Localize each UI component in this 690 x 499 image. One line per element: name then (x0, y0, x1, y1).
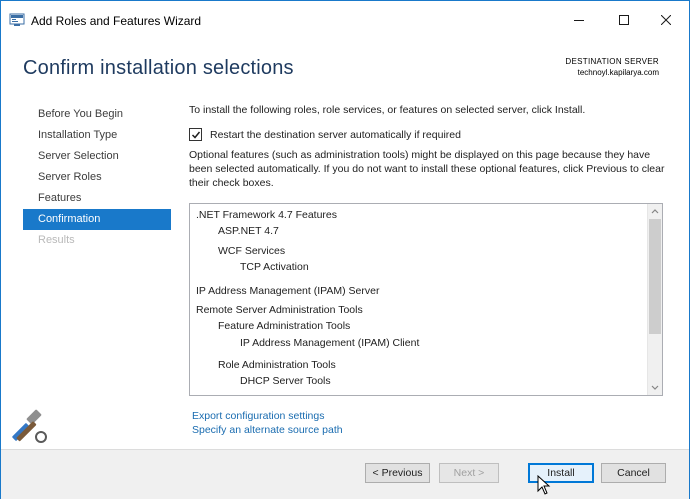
list-item: TCP Activation (240, 261, 309, 273)
vertical-scrollbar[interactable] (647, 204, 662, 395)
checkmark-icon (191, 131, 200, 139)
title-bar: Add Roles and Features Wizard (1, 1, 689, 39)
scroll-down-button[interactable] (648, 381, 662, 395)
list-item: Remote Server Administration Tools (196, 304, 363, 316)
nav-item-server-roles[interactable]: Server Roles (23, 167, 171, 188)
list-item: .NET Framework 4.7 Features (196, 209, 338, 221)
page-title: Confirm installation selections (23, 57, 294, 79)
close-icon (661, 15, 671, 25)
list-item: IP Address Management (IPAM) Client (240, 337, 420, 349)
optional-features-note: Optional features (such as administratio… (189, 149, 665, 189)
restart-checkbox-label[interactable]: Restart the destination server automatic… (210, 129, 461, 141)
wizard-footer: < Previous Next > Install Cancel (1, 450, 689, 499)
list-item: Feature Administration Tools (218, 320, 351, 332)
mouse-cursor-icon (537, 475, 551, 495)
nav-item-results: Results (38, 234, 75, 246)
wizard-nav: Before You Begin Installation Type Serve… (23, 104, 171, 251)
list-item: DHCP Server Tools (240, 375, 331, 387)
nav-item-confirmation[interactable]: Confirmation (23, 209, 171, 230)
list-item: WCF Services (218, 245, 286, 257)
list-item: IP Address Management (IPAM) Server (196, 285, 380, 297)
close-button[interactable] (643, 7, 689, 33)
restart-checkbox[interactable] (189, 128, 202, 141)
nav-item-before-you-begin[interactable]: Before You Begin (23, 104, 171, 125)
maximize-icon (619, 15, 629, 25)
next-button: Next > (439, 463, 499, 483)
destination-server-label: DESTINATION SERVER (565, 57, 659, 66)
alternate-source-path-link[interactable]: Specify an alternate source path (192, 424, 343, 436)
scroll-up-button[interactable] (648, 204, 662, 218)
hammer-wrench-logo-icon (12, 409, 47, 443)
export-configuration-link[interactable]: Export configuration settings (192, 410, 325, 422)
server-manager-icon (9, 13, 25, 26)
chevron-up-icon (651, 209, 659, 214)
previous-button[interactable]: < Previous (365, 463, 430, 483)
maximize-button[interactable] (601, 7, 647, 33)
restart-option[interactable]: Restart the destination server automatic… (189, 128, 461, 141)
scrollbar-thumb[interactable] (649, 219, 661, 334)
selections-list[interactable]: .NET Framework 4.7 Features ASP.NET 4.7 … (189, 203, 663, 396)
list-item: Role Administration Tools (218, 359, 336, 371)
wizard-header: Confirm installation selections DESTINAT… (1, 39, 689, 95)
intro-text: To install the following roles, role ser… (189, 104, 586, 116)
minimize-button[interactable] (556, 7, 602, 33)
wizard-window: Add Roles and Features Wizard Confirm in… (0, 0, 690, 499)
window-title: Add Roles and Features Wizard (31, 14, 202, 28)
cancel-button[interactable]: Cancel (601, 463, 666, 483)
list-item: ASP.NET 4.7 (218, 225, 279, 237)
chevron-down-icon (651, 385, 659, 390)
nav-item-installation-type[interactable]: Installation Type (23, 125, 171, 146)
nav-item-features[interactable]: Features (23, 188, 171, 209)
nav-item-server-selection[interactable]: Server Selection (23, 146, 171, 167)
minimize-icon (574, 20, 584, 21)
destination-server-name: technoyl.kapilarya.com (577, 68, 659, 77)
